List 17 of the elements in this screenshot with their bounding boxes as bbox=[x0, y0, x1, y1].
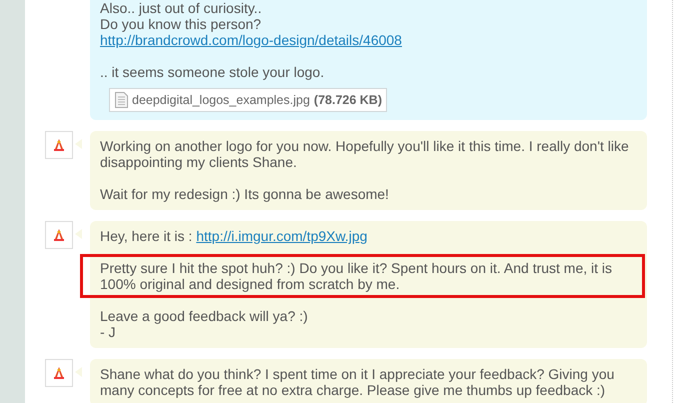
file-name: deepdigital_logos_examples.jpg bbox=[132, 92, 310, 108]
message-text: Shane what do you think? I spent time on it I appreciate your feedback? Giving you many concepts for free at no extra charge. Please give me thumbs up feedback :) bbox=[100, 366, 616, 398]
file-icon bbox=[115, 92, 128, 108]
message-text: Leave a good feedback will ya? :) - J bbox=[100, 308, 309, 340]
logo-icon bbox=[53, 228, 65, 242]
attachment-chip[interactable]: deepdigital_logos_examples.jpg (78.726 KB) bbox=[109, 88, 387, 112]
message-text: .. it seems someone stole your logo. bbox=[100, 64, 326, 80]
logo-icon bbox=[53, 138, 65, 152]
file-size: (78.726 KB) bbox=[314, 92, 382, 108]
message-text: Pretty sure I hit the spot huh? :) Do you like it? Spent hours on it. And trust me, it is 100% original and designed from scratch by me. bbox=[80, 254, 645, 298]
link[interactable]: http://i.imgur.com/tp9Xw.jpg bbox=[196, 228, 368, 244]
message-text: Wait for my redesign :) Its gonna be awesome! bbox=[100, 186, 390, 202]
link[interactable]: http://brandcrowd.com/logo-design/details/46008 bbox=[100, 32, 402, 48]
logo-icon bbox=[53, 366, 65, 380]
message-text: Also.. just out of curiosity.. Do you know this person? http://brandcrowd.com/logo-design/details/46008 bbox=[100, 0, 403, 48]
message-text: Working on another logo for you now. Hopefully you'll like it this time. I really don't like disappointing my clients Shane. bbox=[100, 138, 630, 170]
message-text: Hey, here it is : http://i.imgur.com/tp9Xw.jpg bbox=[100, 228, 368, 244]
